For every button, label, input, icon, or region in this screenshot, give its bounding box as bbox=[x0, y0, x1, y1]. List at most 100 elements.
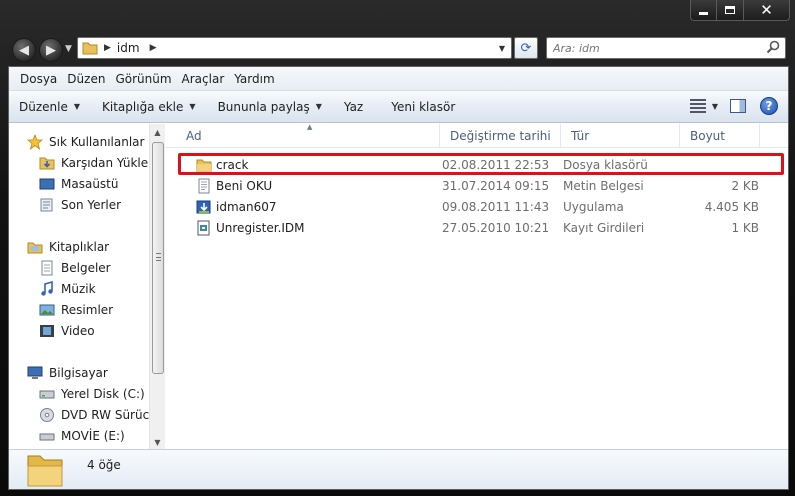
recent-places-icon bbox=[40, 198, 53, 212]
scroll-up-icon[interactable]: ▲ bbox=[150, 124, 165, 140]
nav-downloads-label: Karşıdan Yüklem bbox=[61, 156, 160, 170]
star-icon bbox=[27, 134, 43, 150]
nav-local-disk[interactable]: Yerel Disk (C:) bbox=[39, 384, 145, 404]
recent-pages-dropdown[interactable]: ▼ bbox=[65, 44, 72, 54]
column-type-label: Tür bbox=[571, 129, 590, 143]
nav-pictures[interactable]: Resimler bbox=[39, 300, 113, 320]
nav-recent-label: Son Yerler bbox=[61, 198, 122, 212]
column-headers: ▲ Ad Değiştirme tarihi Tür Boyut bbox=[166, 123, 788, 148]
toolbar-right-group: ▼ ? bbox=[689, 97, 778, 115]
menu-tools[interactable]: Araçlar bbox=[177, 72, 230, 86]
nav-libraries[interactable]: Kitaplıklar bbox=[27, 237, 109, 257]
help-icon[interactable]: ? bbox=[760, 97, 778, 115]
search-input[interactable] bbox=[547, 38, 757, 58]
chevron-down-icon: ▼ bbox=[315, 102, 322, 111]
refresh-button[interactable]: ⟳ bbox=[514, 37, 538, 59]
nav-libraries-label: Kitaplıklar bbox=[49, 240, 110, 254]
file-row-idman607[interactable]: idman607 09.08.2011 11:43 Uygulama 4.405… bbox=[178, 197, 774, 217]
menu-bar: Dosya Düzen Görünüm Araçlar Yardım bbox=[9, 67, 788, 91]
breadcrumb-idm[interactable]: idm bbox=[117, 41, 140, 55]
close-button[interactable]: ✕ bbox=[744, 0, 790, 21]
file-size: 4.405 KB bbox=[704, 200, 759, 214]
nav-movie-drive[interactable]: MOVİE (E:) bbox=[39, 426, 125, 446]
maximize-icon bbox=[725, 6, 735, 14]
explorer-window: ✕ ◀ ▶ ▼ ▶ idm ▶ ▼ ⟳ Dosya Düzen bbox=[0, 0, 795, 496]
documents-icon bbox=[41, 260, 53, 276]
videos-icon bbox=[40, 325, 54, 337]
nav-computer-label: Bilgisayar bbox=[49, 366, 108, 380]
column-name[interactable]: Ad bbox=[176, 124, 440, 148]
column-name-label: Ad bbox=[186, 129, 202, 143]
include-in-library-button[interactable]: Kitaplığa ekle ▼ bbox=[102, 100, 196, 114]
folder-icon bbox=[27, 455, 63, 487]
nav-desktop-label: Masaüstü bbox=[61, 177, 119, 191]
file-name-cell: idman607 bbox=[196, 199, 277, 215]
file-name: Beni OKU bbox=[216, 179, 273, 193]
minimize-icon bbox=[699, 11, 708, 15]
nav-dvd-drive[interactable]: DVD RW Sürücüs bbox=[39, 405, 163, 425]
scroll-down-icon[interactable]: ▼ bbox=[150, 434, 165, 450]
organize-button[interactable]: Düzenle ▼ bbox=[19, 100, 80, 114]
burn-button[interactable]: Yaz bbox=[344, 100, 363, 114]
nav-recent-places[interactable]: Son Yerler bbox=[39, 195, 121, 215]
organize-label: Düzenle bbox=[19, 99, 68, 114]
column-size[interactable]: Boyut bbox=[680, 124, 760, 148]
column-date[interactable]: Değiştirme tarihi bbox=[440, 124, 561, 148]
file-size: 2 KB bbox=[731, 179, 759, 193]
navigation-pane: Sık Kullanılanlar Karşıdan Yüklem Masaüs… bbox=[9, 124, 165, 450]
highlight-box bbox=[178, 153, 784, 175]
file-row-beni-oku[interactable]: Beni OKU 31.07.2014 09:15 Metin Belgesi … bbox=[178, 176, 774, 196]
file-name-cell: Beni OKU bbox=[196, 178, 272, 194]
file-row-unregister-idm[interactable]: Unregister.IDM 27.05.2010 10:21 Kayıt Gi… bbox=[178, 218, 774, 238]
menu-file[interactable]: Dosya bbox=[15, 72, 62, 86]
back-button[interactable]: ◀ bbox=[12, 38, 36, 62]
share-with-button[interactable]: Bununla paylaş ▼ bbox=[218, 100, 322, 114]
scrollbar-thumb[interactable] bbox=[152, 142, 164, 374]
minimize-button[interactable] bbox=[690, 0, 717, 21]
breadcrumb-separator-icon[interactable]: ▶ bbox=[104, 43, 111, 53]
chevron-down-icon: ▼ bbox=[73, 102, 81, 111]
maximize-button[interactable] bbox=[717, 0, 744, 21]
computer-icon bbox=[27, 366, 43, 379]
navigation-scrollbar[interactable]: ▲ ▼ bbox=[149, 124, 165, 450]
view-options-dropdown[interactable]: ▼ bbox=[712, 102, 718, 111]
search-box[interactable] bbox=[546, 37, 786, 59]
nav-videos[interactable]: Video bbox=[39, 321, 95, 341]
search-icon[interactable] bbox=[766, 40, 780, 54]
view-options-icon[interactable] bbox=[689, 99, 706, 113]
address-dropdown-button[interactable]: ▼ bbox=[495, 38, 509, 58]
chevron-down-icon: ▼ bbox=[189, 102, 196, 111]
menu-view[interactable]: Görünüm bbox=[110, 72, 176, 86]
close-icon: ✕ bbox=[760, 1, 773, 19]
nav-documents[interactable]: Belgeler bbox=[39, 258, 111, 278]
nav-favorites-label: Sık Kullanılanlar bbox=[49, 135, 145, 149]
menu-help[interactable]: Yardım bbox=[229, 72, 279, 86]
column-type[interactable]: Tür bbox=[561, 124, 680, 148]
nav-desktop[interactable]: Masaüstü bbox=[39, 174, 118, 194]
command-bar: Düzenle ▼ Kitaplığa ekle ▼ Bununla payla… bbox=[9, 91, 788, 123]
nav-videos-label: Video bbox=[61, 324, 95, 338]
new-folder-button[interactable]: Yeni klasör bbox=[391, 100, 455, 114]
file-size: 1 KB bbox=[731, 221, 759, 235]
item-count: 4 öğe bbox=[87, 458, 121, 472]
file-name-cell: Unregister.IDM bbox=[196, 220, 305, 236]
installer-icon bbox=[196, 200, 211, 214]
preview-pane-icon[interactable] bbox=[730, 99, 746, 113]
column-date-label: Değiştirme tarihi bbox=[450, 129, 551, 143]
caption-buttons: ✕ bbox=[690, 0, 790, 22]
breadcrumb-separator-icon[interactable]: ▶ bbox=[150, 43, 157, 53]
menu-edit[interactable]: Düzen bbox=[62, 72, 110, 86]
library-label: Kitaplığa ekle bbox=[102, 99, 184, 114]
address-bar[interactable]: ▶ idm ▶ ▼ bbox=[77, 37, 512, 59]
nav-computer[interactable]: Bilgisayar bbox=[27, 363, 108, 383]
removable-drive-icon bbox=[39, 433, 55, 441]
nav-music[interactable]: Müzik bbox=[39, 279, 96, 299]
new-folder-label: Yeni klasör bbox=[391, 99, 456, 114]
forward-button[interactable]: ▶ bbox=[39, 38, 63, 62]
nav-pictures-label: Resimler bbox=[61, 303, 114, 317]
downloads-folder-icon bbox=[39, 157, 55, 170]
nav-downloads[interactable]: Karşıdan Yüklem bbox=[39, 153, 160, 173]
registry-icon bbox=[197, 220, 210, 236]
nav-favorites[interactable]: Sık Kullanılanlar bbox=[27, 132, 144, 152]
text-document-icon bbox=[198, 178, 210, 194]
